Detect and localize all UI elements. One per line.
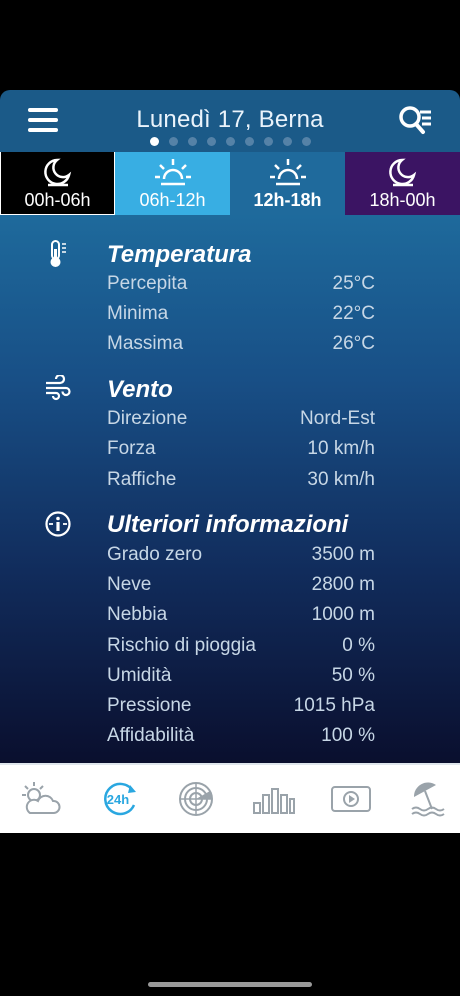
page-dot[interactable] bbox=[206, 137, 216, 146]
row-reliability: Affidabilità 100 % bbox=[107, 725, 375, 751]
nav-beach[interactable] bbox=[406, 779, 452, 819]
row-value: 26°C bbox=[332, 333, 375, 354]
page-dot[interactable] bbox=[149, 137, 159, 146]
row-gusts: Raffiche 30 km/h bbox=[107, 469, 375, 495]
24h-icon: 24h bbox=[104, 782, 136, 816]
row-value: 1015 hPa bbox=[293, 695, 375, 716]
tab-label: 18h-00h bbox=[369, 190, 436, 210]
row-fog: Nebbia 1000 m bbox=[107, 604, 375, 630]
row-value: 30 km/h bbox=[307, 469, 375, 490]
row-value: 50 % bbox=[331, 665, 375, 686]
row-value: 10 km/h bbox=[307, 438, 375, 459]
tab-label: 06h-12h bbox=[139, 190, 206, 210]
radar-icon bbox=[179, 782, 213, 816]
moon-icon bbox=[388, 158, 416, 187]
video-icon bbox=[331, 786, 371, 812]
tab-06h-12h[interactable]: 06h-12h bbox=[115, 152, 230, 215]
row-label: Raffiche bbox=[107, 469, 177, 490]
search-button[interactable] bbox=[396, 104, 436, 138]
tab-label: 00h-06h bbox=[24, 190, 91, 210]
page-indicator[interactable] bbox=[0, 137, 460, 146]
page-dot[interactable] bbox=[168, 137, 178, 146]
row-label: Direzione bbox=[107, 408, 188, 429]
page-dot[interactable] bbox=[301, 137, 311, 146]
row-humidity: Umidità 50 % bbox=[107, 665, 375, 691]
weather-icon bbox=[22, 782, 61, 814]
page-dot[interactable] bbox=[263, 137, 273, 146]
row-value: 25°C bbox=[332, 273, 375, 294]
page-dot[interactable] bbox=[244, 137, 254, 146]
tab-12h-18h[interactable]: 12h-18h bbox=[230, 152, 345, 215]
row-label: Forza bbox=[107, 438, 156, 459]
page-dot[interactable] bbox=[187, 137, 197, 146]
forecast-details: Temperatura Percepita 25°C Minima 22°C M… bbox=[0, 215, 460, 763]
menu-button[interactable] bbox=[28, 108, 64, 136]
row-value: 22°C bbox=[332, 303, 375, 324]
nav-24h[interactable]: 24h bbox=[96, 779, 142, 819]
row-label: Pressione bbox=[107, 695, 192, 716]
row-rain-risk: Rischio di pioggia 0 % bbox=[107, 635, 375, 661]
chart-icon bbox=[253, 788, 295, 814]
row-direction: Direzione Nord-Est bbox=[107, 408, 375, 434]
row-max: Massima 26°C bbox=[107, 333, 375, 359]
tab-label: 12h-18h bbox=[253, 190, 322, 210]
time-tabs: 00h-06h 06h-12h 12h-18h 18h-00h bbox=[0, 152, 460, 215]
info-icon bbox=[44, 510, 72, 538]
row-value: 3500 m bbox=[311, 544, 375, 565]
thermometer-icon bbox=[44, 239, 72, 267]
row-label: Neve bbox=[107, 574, 152, 595]
menu-icon-bar bbox=[28, 118, 58, 122]
row-label: Umidità bbox=[107, 665, 172, 686]
nav-charts[interactable] bbox=[250, 779, 296, 819]
menu-icon-bar bbox=[28, 128, 58, 132]
wind-icon bbox=[44, 373, 72, 403]
page-dot[interactable] bbox=[282, 137, 292, 146]
section-title-info: Ulteriori informazioni bbox=[107, 511, 349, 538]
row-label: Minima bbox=[107, 303, 169, 324]
row-value: 2800 m bbox=[311, 574, 375, 595]
row-label: Rischio di pioggia bbox=[107, 635, 256, 656]
beach-icon bbox=[411, 782, 445, 817]
row-force: Forza 10 km/h bbox=[107, 438, 375, 464]
sun-icon bbox=[269, 159, 306, 186]
section-title-wind: Vento bbox=[107, 376, 173, 403]
nav-radar[interactable] bbox=[173, 779, 219, 819]
nav-video[interactable] bbox=[328, 779, 374, 819]
row-value: 0 % bbox=[342, 635, 375, 656]
row-min: Minima 22°C bbox=[107, 303, 375, 329]
row-pressure: Pressione 1015 hPa bbox=[107, 695, 375, 721]
nav-weather[interactable] bbox=[16, 779, 62, 819]
row-value: Nord-Est bbox=[300, 408, 375, 429]
row-label: Affidabilità bbox=[107, 725, 195, 746]
search-list-icon bbox=[399, 106, 431, 134]
row-snow: Neve 2800 m bbox=[107, 574, 375, 600]
page-title: Lunedì 17, Berna bbox=[136, 106, 324, 133]
row-value: 100 % bbox=[321, 725, 375, 746]
svg-text:24h: 24h bbox=[107, 792, 129, 807]
section-title-temperature: Temperatura bbox=[107, 241, 252, 268]
tab-00h-06h[interactable]: 00h-06h bbox=[0, 152, 115, 215]
page-dot[interactable] bbox=[225, 137, 235, 146]
row-label: Massima bbox=[107, 333, 184, 354]
home-indicator[interactable] bbox=[148, 982, 312, 987]
bottom-nav: 24h bbox=[0, 763, 460, 833]
row-value: 1000 m bbox=[311, 604, 375, 625]
sunrise-icon bbox=[154, 159, 191, 186]
row-feels-like: Percepita 25°C bbox=[107, 273, 375, 299]
row-freezing-level: Grado zero 3500 m bbox=[107, 544, 375, 570]
app-screen: Lunedì 17, Berna 00h-06h 06h-12h 12h-18h… bbox=[0, 0, 460, 996]
header: Lunedì 17, Berna bbox=[0, 90, 460, 152]
menu-icon-bar bbox=[28, 108, 58, 112]
row-label: Grado zero bbox=[107, 544, 203, 565]
row-label: Nebbia bbox=[107, 604, 168, 625]
row-label: Percepita bbox=[107, 273, 188, 294]
tab-18h-00h[interactable]: 18h-00h bbox=[345, 152, 460, 215]
moon-icon bbox=[43, 158, 71, 187]
